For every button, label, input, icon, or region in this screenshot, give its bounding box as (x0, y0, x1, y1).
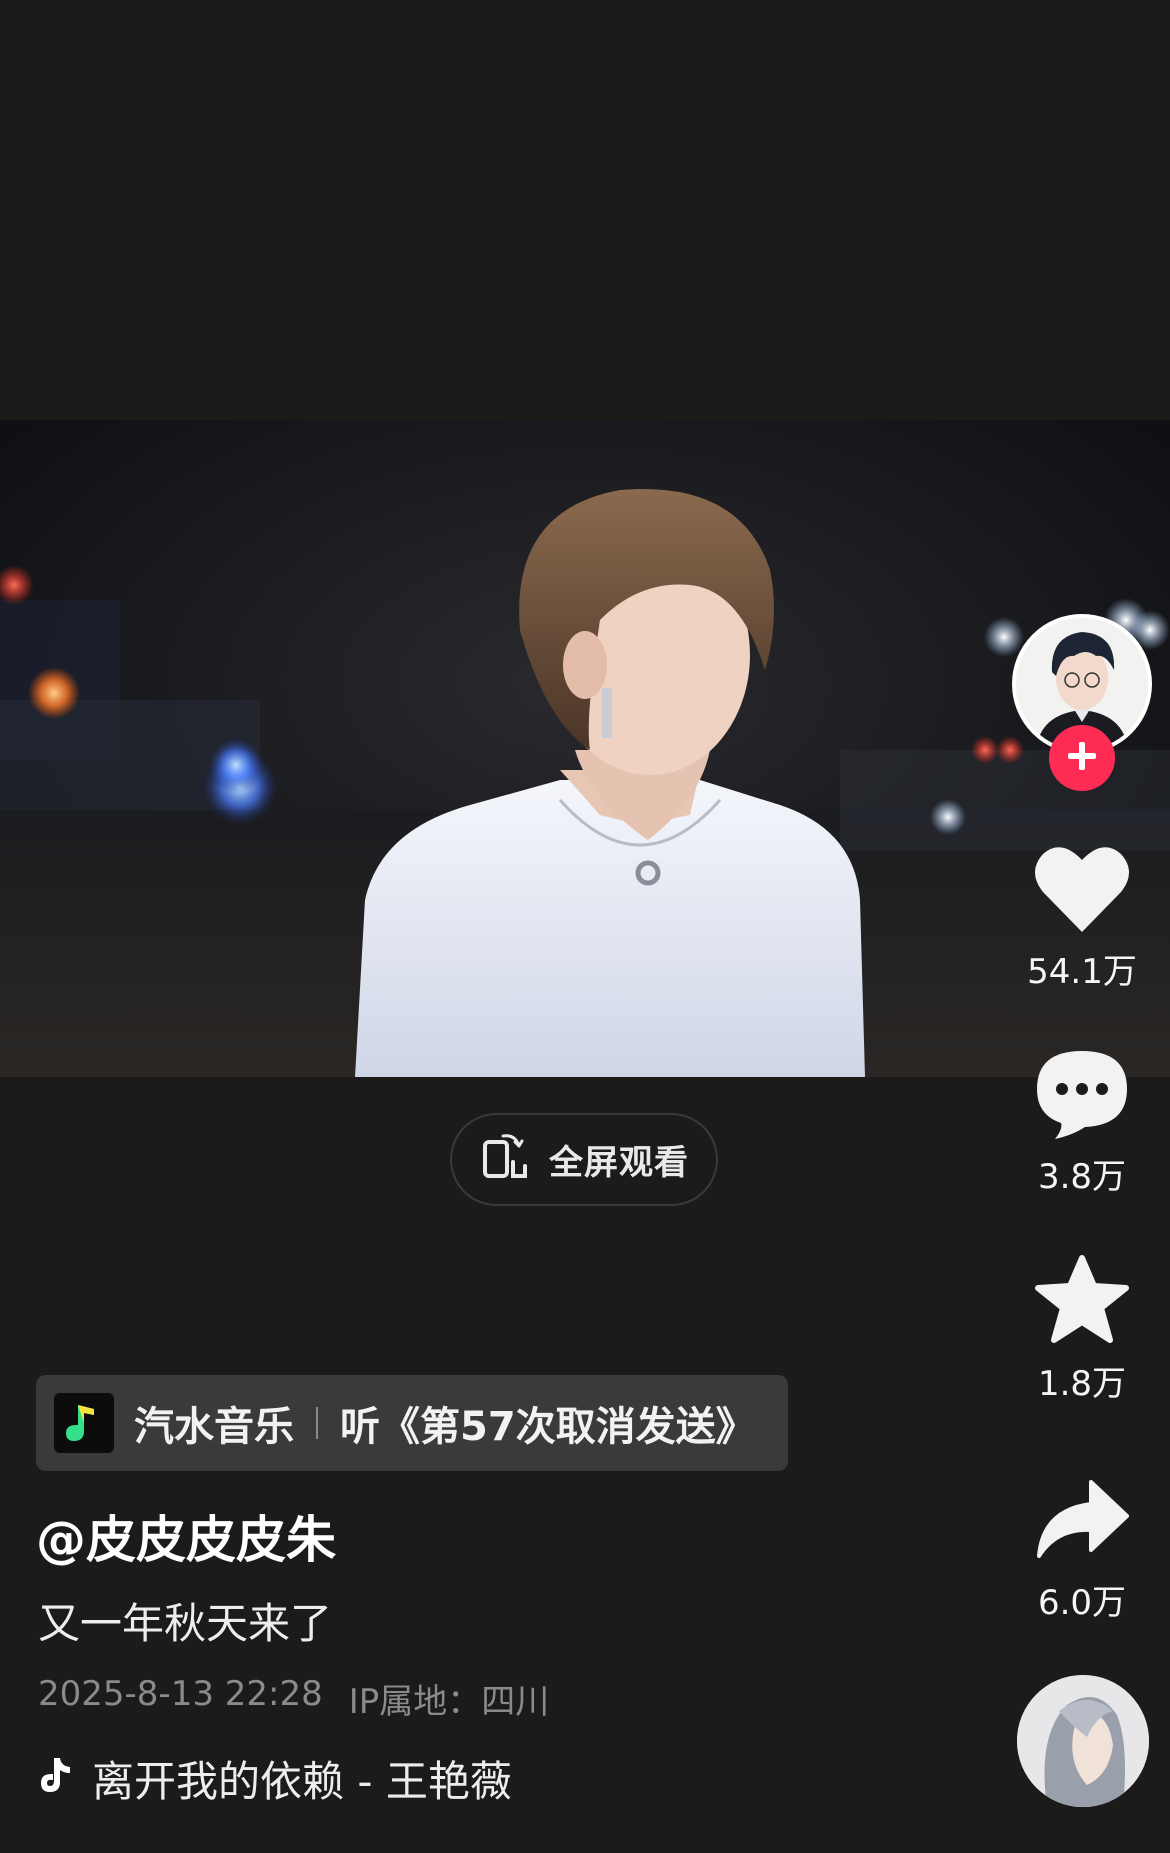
plus-icon (1065, 739, 1099, 777)
comment-button[interactable]: 3.8万 (1020, 1043, 1144, 1198)
post-meta: 2025-8-13 22:28 IP属地：四川 (38, 1674, 549, 1723)
tiktok-note-icon (38, 1754, 74, 1804)
music-song-title: 听《第57次取消发送》 (340, 1404, 756, 1450)
music-app-name: 汽水音乐 (134, 1404, 294, 1450)
video-player[interactable] (0, 420, 1170, 1077)
post-datetime: 2025-8-13 22:28 (38, 1674, 323, 1714)
bgm-title: 离开我的依赖 - 王艳薇 (92, 1757, 512, 1806)
favorite-button[interactable]: 1.8万 (1020, 1250, 1144, 1405)
share-count: 6.0万 (1037, 1583, 1127, 1623)
fullscreen-label: 全屏观看 (549, 1143, 689, 1183)
author-name[interactable]: @皮皮皮皮朱 (36, 1500, 336, 1572)
fullscreen-button[interactable]: 全屏观看 (450, 1113, 718, 1206)
background-music[interactable]: 离开我的依赖 - 王艳薇 (38, 1748, 512, 1809)
soda-music-icon (54, 1393, 114, 1453)
like-count: 54.1万 (1027, 952, 1137, 992)
share-button[interactable]: 6.0万 (1020, 1469, 1144, 1624)
fullscreen-rotate-icon (479, 1132, 531, 1188)
music-divider (316, 1407, 318, 1439)
comment-count: 3.8万 (1037, 1157, 1127, 1197)
top-empty-area (0, 0, 1170, 420)
share-icon (1020, 1469, 1144, 1569)
heart-icon (1020, 838, 1144, 938)
like-button[interactable]: 54.1万 (1020, 838, 1144, 993)
favorite-count: 1.8万 (1037, 1364, 1127, 1404)
follow-button[interactable] (1049, 725, 1115, 791)
music-disc[interactable] (1017, 1675, 1149, 1807)
music-tag[interactable]: 汽水音乐 听《第57次取消发送》 (36, 1375, 788, 1471)
star-icon (1020, 1250, 1144, 1350)
post-ip-location: IP属地：四川 (348, 1682, 550, 1722)
video-frame-image (0, 420, 1170, 1077)
post-caption: 又一年秋天来了 (38, 1599, 333, 1648)
comment-icon (1020, 1043, 1144, 1143)
